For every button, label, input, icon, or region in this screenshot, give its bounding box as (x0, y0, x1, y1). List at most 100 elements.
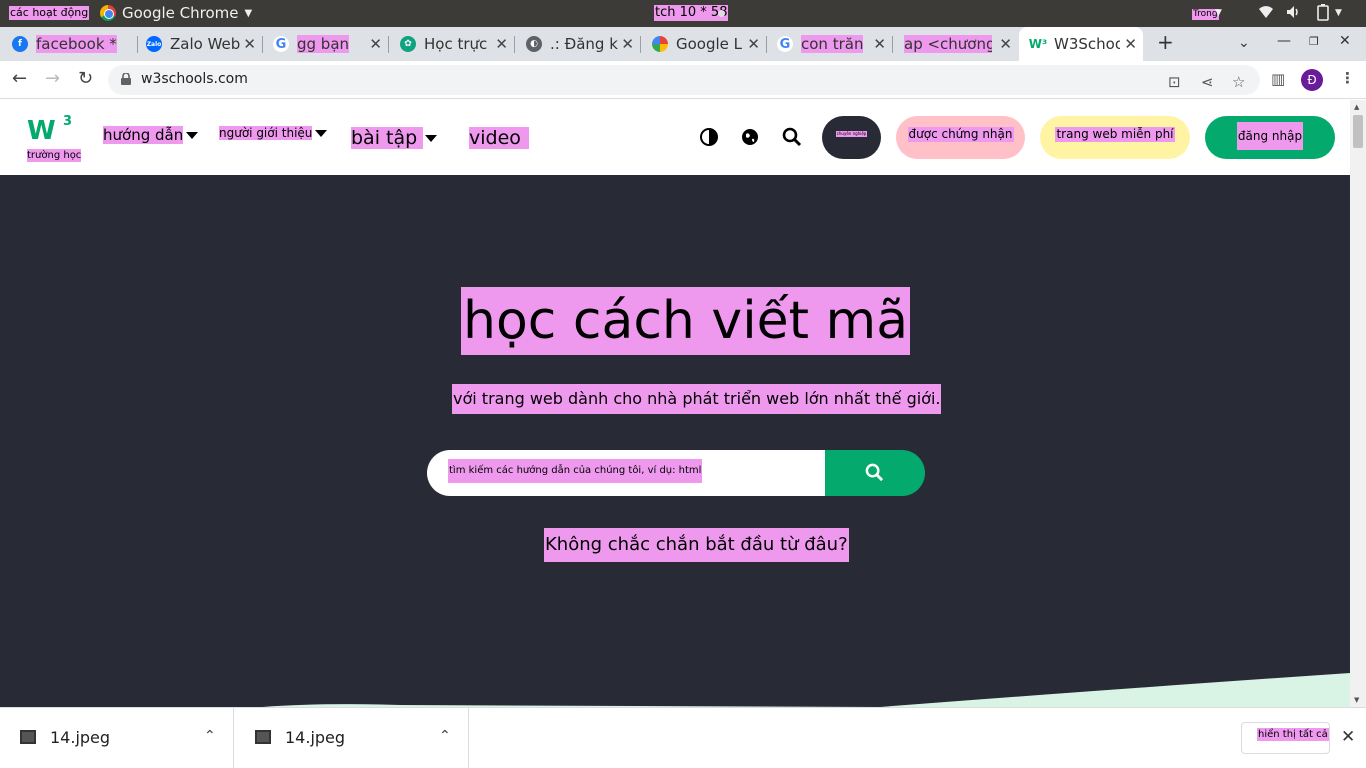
download-item[interactable]: 14.jpeg ⌃ (235, 708, 469, 768)
close-icon[interactable]: ✕ (999, 35, 1012, 53)
tab-register[interactable]: ◐ .: Đăng k ✕ (515, 27, 641, 61)
search-icon (865, 463, 884, 482)
download-filename: 14.jpeg (50, 728, 111, 747)
close-window-icon[interactable]: ✕ (1339, 33, 1351, 49)
tab-facebook[interactable]: f facebook * (12, 27, 138, 61)
close-icon[interactable]: ✕ (369, 35, 382, 53)
tab-w3schools[interactable]: W³ W3Schoo ✕ (1019, 27, 1143, 61)
close-icon[interactable]: ✕ (747, 35, 760, 53)
hero-title: học cách viết mã (461, 287, 911, 355)
search-button[interactable] (825, 450, 925, 496)
tutorial-search: tìm kiếm các hướng dẫn của chúng tôi, ví… (427, 450, 925, 496)
nav-tutorials-label: hướng dẫn (103, 126, 184, 144)
nav-references[interactable]: người giới thiệu (219, 126, 328, 141)
certified-button[interactable]: được chứng nhận (896, 116, 1025, 159)
login-label: đăng nhập (1236, 122, 1304, 150)
chrome-icon (100, 5, 116, 21)
caret-down-icon (315, 130, 328, 137)
tab-google-lens[interactable]: Google L ✕ (641, 27, 767, 61)
tab-title: facebook * (36, 35, 117, 53)
browser-toolbar: ← → ↻ w3schools.com ⊡ ⋖ ☆ ▥ Đ ⋮ (0, 61, 1366, 99)
spaces-label: trang web miễn phí (1055, 127, 1175, 142)
close-icon[interactable]: ✕ (495, 35, 508, 53)
chevron-down-icon: ▼ (1335, 8, 1342, 18)
tab-title: W3Schoo (1054, 35, 1120, 53)
tab-title: Google L (676, 35, 742, 53)
share-icon[interactable]: ⋖ (1201, 73, 1214, 91)
page-scrollbar[interactable]: ▲ ▼ (1350, 100, 1366, 707)
chevron-up-icon[interactable]: ⌃ (439, 728, 451, 744)
close-icon[interactable]: ✕ (621, 35, 634, 53)
notification-dot (718, 10, 725, 17)
login-button[interactable]: đăng nhập (1205, 116, 1335, 159)
certified-label: được chứng nhận (907, 127, 1014, 142)
translate-icon[interactable]: ⊡ (1168, 73, 1181, 91)
w3schools-logo[interactable]: W 3 trường học (27, 114, 87, 164)
close-icon[interactable]: ✕ (243, 35, 256, 53)
tab-search-chevron-icon[interactable]: ⌄ (1238, 35, 1250, 51)
wifi-icon[interactable] (1258, 4, 1274, 24)
w3-logo-sup: 3 (63, 114, 73, 129)
scroll-down-icon[interactable]: ▼ (1354, 696, 1359, 704)
not-sure-link[interactable]: Không chắc chắn bắt đầu từ đâu? (544, 528, 849, 562)
zalo-icon: Zalo (146, 36, 162, 52)
tab-google-search[interactable]: G gg bạn ✕ (263, 27, 389, 61)
system-top-bar: các hoạt động Google Chrome ▼ tch 10 * 5… (0, 0, 1366, 27)
nav-exercises[interactable]: bài tập (351, 127, 438, 150)
google-icon: G (777, 36, 793, 52)
dark-mode-icon[interactable] (699, 127, 719, 147)
back-icon[interactable]: ← (12, 68, 27, 89)
kebab-menu-icon[interactable]: ⋮ (1340, 69, 1355, 87)
close-icon[interactable]: ✕ (1341, 727, 1355, 747)
w3-logo-mark: W (27, 116, 56, 146)
download-filename: 14.jpeg (285, 728, 346, 747)
chevron-down-icon: ▼ (1215, 8, 1222, 18)
reload-icon[interactable]: ↻ (78, 68, 93, 89)
nav-tutorials[interactable]: hướng dẫn (103, 126, 199, 144)
bookmark-star-icon[interactable]: ☆ (1232, 73, 1245, 91)
download-shelf: 14.jpeg ⌃ 14.jpeg ⌃ hiển thị tất cả ✕ (0, 707, 1366, 768)
profile-avatar[interactable]: Đ (1301, 69, 1323, 91)
tab-chatgpt[interactable]: ✿ Học trực ✕ (389, 27, 515, 61)
chevron-up-icon[interactable]: ⌃ (204, 728, 216, 744)
globe-language-icon[interactable] (740, 127, 760, 147)
show-all-button[interactable]: hiển thị tất cả (1241, 722, 1330, 754)
activities-button[interactable]: các hoạt động (9, 6, 90, 20)
search-placeholder: tìm kiếm các hướng dẫn của chúng tôi, ví… (448, 459, 703, 483)
address-bar[interactable]: w3schools.com ⊡ ⋖ ☆ (108, 65, 1260, 95)
app-menu[interactable]: Google Chrome ▼ (100, 4, 252, 22)
pro-label: chuyên nghiệp (835, 131, 868, 137)
tab-title: con trăn (801, 35, 864, 53)
restore-icon[interactable]: ❐ (1309, 35, 1319, 48)
scroll-thumb[interactable] (1353, 115, 1363, 148)
forward-icon[interactable]: → (45, 68, 60, 89)
nav-videos[interactable]: video (469, 127, 529, 150)
globe-icon: ◐ (526, 36, 542, 52)
show-all-label: hiển thị tất cả (1257, 728, 1329, 741)
spaces-button[interactable]: trang web miễn phí (1040, 116, 1190, 159)
hero-wave-decoration (262, 673, 1350, 707)
download-item[interactable]: 14.jpeg ⌃ (0, 708, 234, 768)
w3-top-nav: W 3 trường học hướng dẫn người giới thiệ… (0, 100, 1350, 175)
caret-down-icon (186, 132, 199, 139)
side-panel-icon[interactable]: ▥ (1271, 70, 1285, 88)
scroll-up-icon[interactable]: ▲ (1354, 103, 1359, 111)
volume-icon[interactable] (1285, 4, 1301, 24)
chevron-down-icon: ▼ (244, 7, 253, 19)
close-icon[interactable]: ✕ (873, 35, 886, 53)
search-icon[interactable] (782, 127, 802, 147)
close-icon[interactable]: ✕ (1124, 35, 1137, 53)
web-page: W 3 trường học hướng dẫn người giới thiệ… (0, 100, 1350, 707)
battery-icon[interactable] (1316, 4, 1330, 25)
tab-zalo[interactable]: Zalo Zalo Web ✕ (138, 27, 263, 61)
minimize-icon[interactable]: — (1277, 33, 1291, 49)
new-tab-button[interactable]: + (1157, 30, 1174, 54)
tab-google-python[interactable]: G con trăn ✕ (767, 27, 893, 61)
google-icon: G (273, 36, 289, 52)
lock-icon (121, 73, 131, 85)
tab-strip: f facebook * Zalo Zalo Web ✕ G gg bạn ✕ … (0, 27, 1366, 61)
pro-button[interactable]: chuyên nghiệp (822, 116, 881, 159)
tab-chapter[interactable]: ap <chương ✕ (893, 27, 1018, 61)
image-file-icon (20, 730, 36, 744)
nav-references-label: người giới thiệu (219, 126, 313, 140)
